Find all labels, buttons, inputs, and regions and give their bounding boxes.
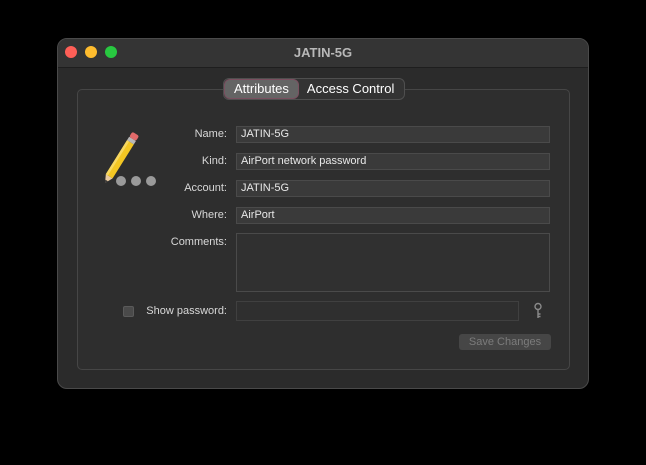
title-bar[interactable]: JATIN-5G [58, 39, 588, 68]
name-field[interactable]: JATIN-5G [236, 126, 550, 143]
tab-bar: Attributes Access Control [223, 78, 406, 100]
pencil-password-icon [105, 132, 156, 186]
account-field[interactable]: JATIN-5G [236, 180, 550, 197]
account-label: Account: [184, 182, 227, 194]
tab-attributes[interactable]: Attributes [225, 80, 298, 98]
kind-field[interactable]: AirPort network password [236, 153, 550, 170]
kind-label: Kind: [201, 155, 227, 167]
show-password-checkbox[interactable] [123, 306, 134, 317]
comments-label: Comments: [170, 236, 227, 248]
save-changes-button[interactable]: Save Changes [459, 334, 551, 350]
password-field[interactable] [236, 301, 519, 321]
where-field[interactable]: AirPort [236, 207, 550, 224]
show-password-label: Show password: [146, 305, 227, 317]
keychain-item-window: JATIN-5G Attributes Access Control Name:… [57, 38, 589, 389]
where-label: Where: [191, 209, 227, 221]
comments-field[interactable] [236, 233, 550, 292]
name-label: Name: [194, 128, 227, 140]
window-title: JATIN-5G [293, 45, 353, 60]
tab-access-control[interactable]: Access Control [298, 80, 403, 98]
key-icon[interactable] [531, 302, 545, 320]
